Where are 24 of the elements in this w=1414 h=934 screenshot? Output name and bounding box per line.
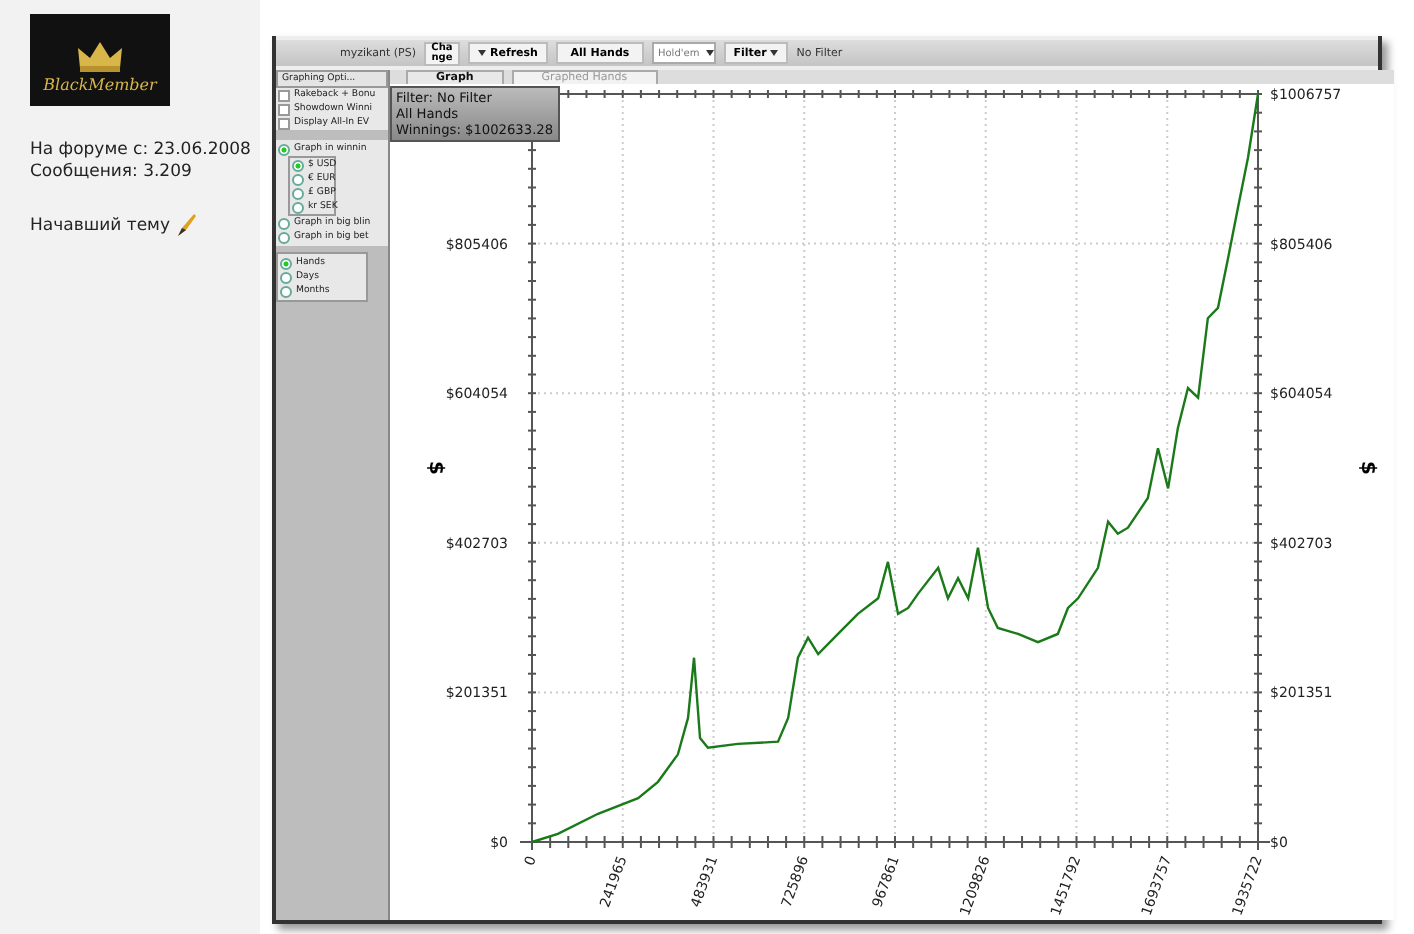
logo-text: BlackMember xyxy=(43,76,157,94)
radio-button[interactable] xyxy=(292,187,304,199)
checkbox[interactable] xyxy=(278,103,290,115)
topic-starter-label: Начавший тему xyxy=(30,215,170,235)
y-axis-label: $ xyxy=(1356,461,1378,475)
caret-icon xyxy=(705,50,714,56)
radio-button[interactable] xyxy=(278,143,290,155)
radio-button[interactable] xyxy=(278,217,290,229)
quill-icon xyxy=(176,212,198,238)
radio-button[interactable] xyxy=(292,201,304,213)
checkbox[interactable] xyxy=(278,89,290,101)
crown-icon xyxy=(76,40,124,72)
y-axis-label: $ xyxy=(424,461,446,475)
radio-button[interactable] xyxy=(280,257,292,269)
radio-button[interactable] xyxy=(292,159,304,171)
caret-icon xyxy=(770,50,779,56)
caret-icon xyxy=(477,50,486,56)
member-since: На форуме с: 23.06.2008 xyxy=(30,140,253,162)
checkbox[interactable] xyxy=(278,117,290,129)
radio-button[interactable] xyxy=(292,173,304,185)
post-count: Сообщения: 3.209 xyxy=(30,162,194,184)
radio-button[interactable] xyxy=(280,271,292,283)
radio-button[interactable] xyxy=(278,231,290,243)
radio-button[interactable] xyxy=(280,285,292,297)
